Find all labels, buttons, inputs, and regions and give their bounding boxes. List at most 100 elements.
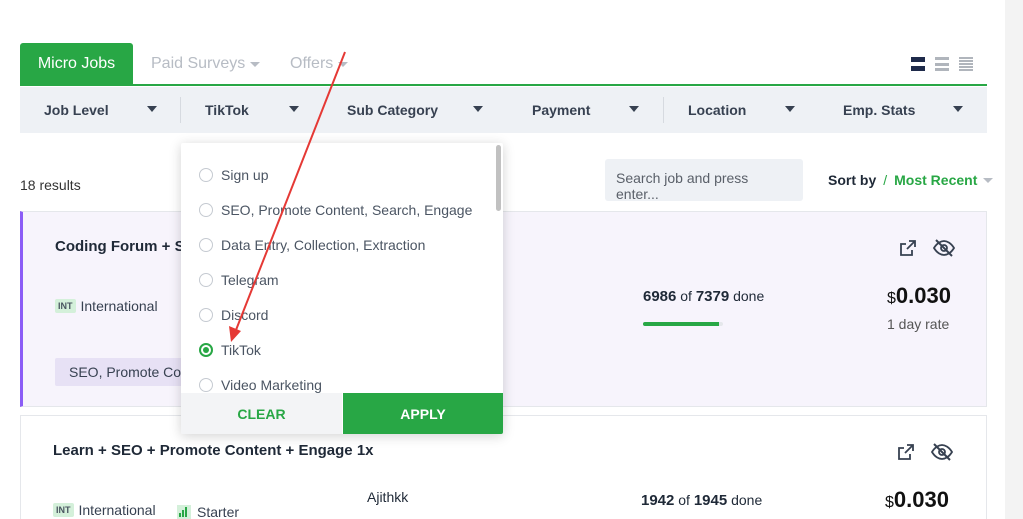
job-price: $0.030 — [887, 283, 951, 309]
job-rate: 1 day rate — [887, 316, 950, 332]
option-seo[interactable]: SEO, Promote Content, Search, Engage — [199, 202, 472, 218]
filter-label: TikTok — [205, 102, 249, 118]
search-input[interactable]: Search job and press enter... — [605, 159, 803, 202]
tab-paid-surveys[interactable]: Paid Surveys — [151, 43, 261, 85]
employer-name[interactable]: Ajithkk — [367, 489, 408, 505]
chevron-down-icon — [338, 61, 349, 67]
filter-label: Job Level — [44, 102, 109, 118]
radio-button-checked[interactable] — [199, 343, 213, 357]
location-label: International — [80, 298, 158, 314]
chevron-down-icon — [147, 106, 157, 112]
sort-label: Sort by — [828, 172, 877, 188]
currency-symbol: $ — [887, 290, 896, 307]
done-text: done — [731, 492, 763, 508]
location-label: International — [78, 502, 156, 518]
total-value: 1945 — [693, 492, 728, 509]
page: Micro Jobs Paid Surveys Offers Job Level — [0, 0, 1023, 519]
job-actions — [899, 239, 955, 257]
dense-view-icon[interactable] — [959, 57, 973, 71]
option-discord[interactable]: Discord — [199, 307, 268, 323]
filter-location[interactable]: Location — [688, 87, 798, 133]
sub-category-dropdown: Sign up SEO, Promote Content, Search, En… — [181, 143, 503, 434]
filter-label: Sub Category — [347, 102, 439, 118]
radio-button[interactable] — [199, 238, 213, 252]
results-count: 18 results — [20, 177, 81, 193]
external-link-icon[interactable] — [899, 239, 917, 257]
option-data-entry[interactable]: Data Entry, Collection, Extraction — [199, 237, 425, 253]
location-badge: INT — [53, 503, 74, 517]
sort-control[interactable]: Sort by / Most Recent — [828, 172, 994, 188]
filter-job-level[interactable]: Job Level — [44, 87, 164, 133]
radio-button[interactable] — [199, 273, 213, 287]
tab-micro-jobs[interactable]: Micro Jobs — [20, 43, 133, 85]
filter-bar: Job Level TikTok Sub Category Payment Lo… — [20, 87, 987, 133]
option-label: Discord — [221, 307, 269, 323]
of-text: of — [678, 492, 690, 508]
external-link-icon[interactable] — [897, 443, 915, 461]
price-value: 0.030 — [895, 283, 951, 308]
radio-button[interactable] — [199, 168, 213, 182]
option-label: Sign up — [221, 167, 269, 183]
option-video-marketing[interactable]: Video Marketing — [199, 377, 322, 393]
radio-button[interactable] — [199, 378, 213, 392]
sort-value: Most Recent — [894, 172, 978, 188]
divider — [180, 97, 181, 123]
option-telegram[interactable]: Telegram — [199, 272, 279, 288]
tab-label: Offers — [290, 55, 334, 72]
currency-symbol: $ — [885, 494, 894, 511]
filter-label: Location — [688, 102, 747, 118]
job-title[interactable]: Learn + SEO + Promote Content + Engage 1… — [53, 442, 374, 459]
chevron-down-icon — [289, 106, 299, 112]
radio-button[interactable] — [199, 203, 213, 217]
chevron-down-icon — [629, 106, 639, 112]
price-value: 0.030 — [893, 487, 949, 512]
filter-emp-stats[interactable]: Emp. Stats — [843, 87, 963, 133]
hide-eye-icon[interactable] — [931, 443, 953, 461]
list-view-icon[interactable] — [911, 57, 925, 71]
filter-sub-category[interactable]: Sub Category — [347, 87, 487, 133]
job-level: Starter — [177, 504, 239, 519]
dropdown-footer: CLEAR APPLY — [181, 393, 503, 434]
job-done-count: 6986 of 7379 done — [643, 288, 764, 305]
tab-offers[interactable]: Offers — [290, 43, 349, 85]
option-sign-up[interactable]: Sign up — [199, 167, 268, 183]
level-label: Starter — [197, 504, 240, 519]
filter-payment[interactable]: Payment — [532, 87, 642, 133]
job-location: INT International — [55, 298, 158, 314]
filter-label: Emp. Stats — [843, 102, 916, 118]
view-toggle — [911, 57, 973, 71]
chevron-down-icon — [250, 61, 261, 67]
done-value: 6986 — [643, 288, 677, 305]
location-badge: INT — [55, 299, 76, 313]
of-text: of — [680, 288, 692, 304]
job-card[interactable]: Coding Forum + SE INT International SEO,… — [20, 211, 987, 407]
option-label: Data Entry, Collection, Extraction — [221, 237, 426, 253]
job-price: $0.030 — [885, 487, 949, 513]
hide-eye-icon[interactable] — [933, 239, 955, 257]
option-label: SEO, Promote Content, Search, Engage — [221, 202, 473, 218]
dropdown-scrollbar[interactable] — [496, 145, 501, 211]
job-title[interactable]: Coding Forum + SE — [55, 238, 195, 255]
job-card[interactable]: Learn + SEO + Promote Content + Engage 1… — [20, 415, 987, 519]
radio-button[interactable] — [199, 308, 213, 322]
done-text: done — [733, 288, 765, 304]
divider — [663, 97, 664, 123]
progress-fill — [643, 322, 719, 326]
total-value: 7379 — [695, 288, 730, 305]
job-location: INT International — [53, 502, 156, 518]
chevron-down-icon — [785, 106, 795, 112]
level-bars-icon — [177, 505, 191, 519]
option-tiktok[interactable]: TikTok — [199, 342, 261, 358]
page-scrollbar[interactable] — [1005, 0, 1023, 519]
compact-view-icon[interactable] — [935, 57, 949, 71]
done-value: 1942 — [641, 492, 675, 509]
tab-label: Paid Surveys — [151, 55, 246, 72]
job-progress-bar — [643, 322, 723, 326]
clear-button[interactable]: CLEAR — [181, 393, 342, 434]
filter-label: Payment — [532, 102, 591, 118]
job-type-tabs: Micro Jobs Paid Surveys Offers — [20, 43, 987, 86]
chevron-down-icon — [953, 106, 963, 112]
job-actions — [897, 443, 953, 461]
apply-button[interactable]: APPLY — [343, 393, 503, 434]
filter-category[interactable]: TikTok — [205, 87, 305, 133]
